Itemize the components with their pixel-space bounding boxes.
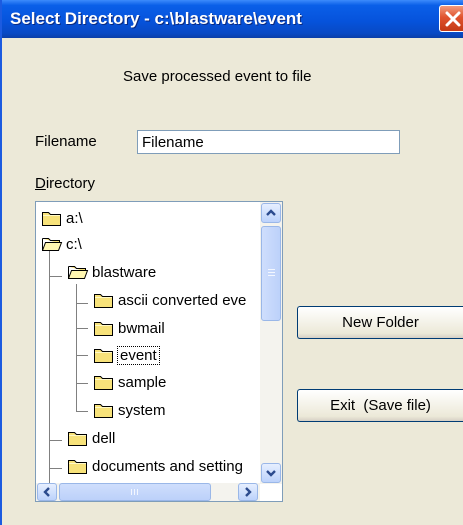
- tree-vertical-scrollbar[interactable]: [260, 202, 282, 484]
- scroll-up-button[interactable]: [261, 203, 281, 223]
- dialog-heading: Save processed event to file: [123, 68, 312, 85]
- horizontal-scroll-thumb[interactable]: [59, 483, 211, 501]
- grip-icon: [131, 489, 138, 495]
- scroll-left-button[interactable]: [37, 483, 57, 501]
- tree-item[interactable]: bwmail: [93, 316, 165, 340]
- tree-item-label: a:\: [66, 209, 83, 227]
- tree-item[interactable]: c:\: [41, 232, 82, 256]
- chevron-down-icon: [266, 470, 276, 477]
- directory-label: Directory: [35, 175, 95, 192]
- close-button[interactable]: [439, 5, 463, 32]
- chevron-left-icon: [43, 487, 50, 497]
- grip-icon: [268, 269, 275, 276]
- tree-item-label: system: [118, 401, 166, 419]
- scroll-down-button[interactable]: [261, 463, 281, 483]
- tree-item-label: bwmail: [118, 319, 165, 337]
- window-title: Select Directory - c:\blastware\event: [10, 9, 302, 28]
- directory-label-text: irectory: [45, 175, 96, 192]
- open-folder-icon: [42, 238, 63, 251]
- tree-item-label: dell: [92, 429, 116, 447]
- folder-icon: [94, 294, 113, 308]
- folder-icon: [94, 376, 113, 390]
- tree-item[interactable]: a:\: [41, 206, 83, 230]
- folder-icon: [68, 460, 87, 474]
- tree-item[interactable]: system: [93, 398, 166, 422]
- tree-item-label: c:\: [66, 235, 82, 253]
- tree-item[interactable]: ascii converted eve: [93, 288, 246, 312]
- vertical-scroll-thumb[interactable]: [261, 226, 281, 321]
- directory-tree[interactable]: a:\ c:\ blastware ascii converted eve bwmail…: [35, 201, 283, 502]
- chevron-up-icon: [266, 209, 276, 216]
- close-icon: [445, 11, 461, 27]
- title-bar[interactable]: Select Directory - c:\blastware\event: [2, 0, 463, 38]
- exit-save-file-button[interactable]: Exit (Save file): [297, 389, 463, 422]
- chevron-right-icon: [245, 487, 252, 497]
- tree-item[interactable]: dell: [67, 426, 115, 450]
- folder-icon: [94, 404, 113, 418]
- scroll-right-button[interactable]: [238, 483, 258, 501]
- tree-item-label: event: [117, 345, 160, 365]
- open-folder-icon: [68, 266, 89, 279]
- new-folder-button[interactable]: New Folder: [297, 306, 463, 339]
- tree-item-label: blastware: [92, 263, 157, 281]
- tree-horizontal-scrollbar[interactable]: [36, 483, 260, 501]
- tree-item[interactable]: event: [93, 343, 160, 367]
- tree-item[interactable]: sample: [93, 370, 166, 394]
- tree-item-label: documents and setting: [92, 457, 243, 475]
- filename-input[interactable]: [137, 130, 400, 154]
- folder-icon: [94, 322, 113, 336]
- folder-icon: [68, 432, 87, 446]
- folder-icon: [42, 212, 61, 226]
- filename-label: Filename: [35, 133, 97, 150]
- directory-label-accesskey: D: [35, 175, 46, 192]
- tree-item-label: sample: [118, 373, 167, 391]
- tree-item-label: ascii converted eve: [118, 291, 247, 309]
- folder-icon: [94, 349, 113, 363]
- tree-item[interactable]: documents and setting: [67, 454, 243, 478]
- tree-item[interactable]: blastware: [67, 260, 156, 284]
